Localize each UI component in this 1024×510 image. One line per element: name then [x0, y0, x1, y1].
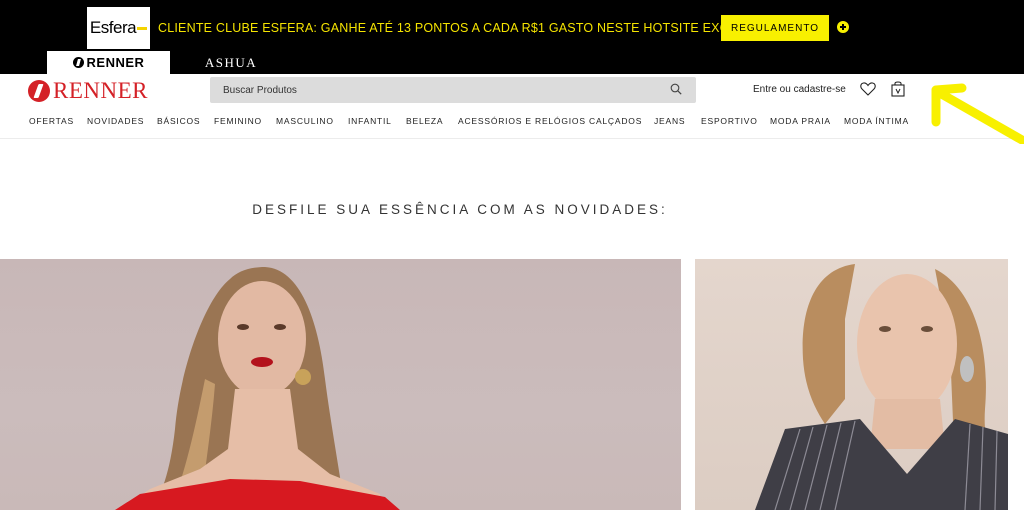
esfera-logo[interactable]: Esfera — [87, 7, 150, 49]
model-red-top-illustration — [115, 267, 400, 510]
renner-logo-text: RENNER — [53, 78, 148, 103]
model-striped-vest-illustration — [755, 264, 1008, 510]
hero-image-right[interactable] — [695, 259, 1008, 510]
nav-item-infantil[interactable]: INFANTIL — [348, 116, 392, 126]
nav-item-novidades[interactable]: NOVIDADES — [87, 116, 144, 126]
promo-message: CLIENTE CLUBE ESFERA: GANHE ATÉ 13 PONTO… — [158, 21, 776, 35]
plus-icon[interactable] — [837, 21, 849, 33]
renner-logo-icon — [28, 80, 50, 102]
nav-item-jeans[interactable]: JEANS — [654, 116, 685, 126]
login-link[interactable]: Entre ou cadastre-se — [753, 84, 846, 95]
nav-item-acessorios-e-relogios[interactable]: ACESSÓRIOS E RELÓGIOS — [458, 116, 586, 126]
promo-bar: Esfera CLIENTE CLUBE ESFERA: GANHE ATÉ 1… — [0, 0, 1024, 74]
nav-item-esportivo[interactable]: ESPORTIVO — [701, 116, 758, 126]
nav-item-calcados[interactable]: CALÇADOS — [589, 116, 642, 126]
page-headline: DESFILE SUA ESSÊNCIA COM AS NOVIDADES: — [252, 202, 668, 217]
nav-item-basicos[interactable]: BÁSICOS — [157, 116, 200, 126]
tab-renner-label: RENNER — [86, 55, 145, 70]
search-icon[interactable] — [670, 83, 682, 95]
nav-item-feminino[interactable]: FEMININO — [214, 116, 262, 126]
nav-item-ofertas[interactable]: OFERTAS — [29, 116, 74, 126]
tab-renner[interactable]: RENNER — [47, 51, 170, 74]
heart-icon[interactable] — [860, 82, 876, 96]
shopping-bag-icon[interactable] — [891, 80, 905, 97]
esfera-logo-text: Esfera — [89, 18, 137, 37]
nav-item-moda-praia[interactable]: MODA PRAIA — [770, 116, 831, 126]
tab-ashua[interactable]: ASHUA — [200, 51, 262, 74]
hero-image-left[interactable] — [0, 259, 681, 510]
renner-logo[interactable]: RENNER — [28, 78, 148, 104]
main-nav: OFERTAS NOVIDADES BÁSICOS FEMININO MASCU… — [0, 111, 1024, 139]
nav-item-moda-intima[interactable]: MODA ÍNTIMA — [844, 116, 909, 126]
search-box — [210, 77, 696, 103]
regulamento-button[interactable]: REGULAMENTO — [721, 15, 829, 41]
esfera-logo-mark — [137, 26, 148, 30]
nav-item-masculino[interactable]: MASCULINO — [276, 116, 334, 126]
renner-mark-icon — [72, 57, 84, 68]
nav-item-beleza[interactable]: BELEZA — [406, 116, 443, 126]
search-input[interactable] — [210, 77, 650, 103]
